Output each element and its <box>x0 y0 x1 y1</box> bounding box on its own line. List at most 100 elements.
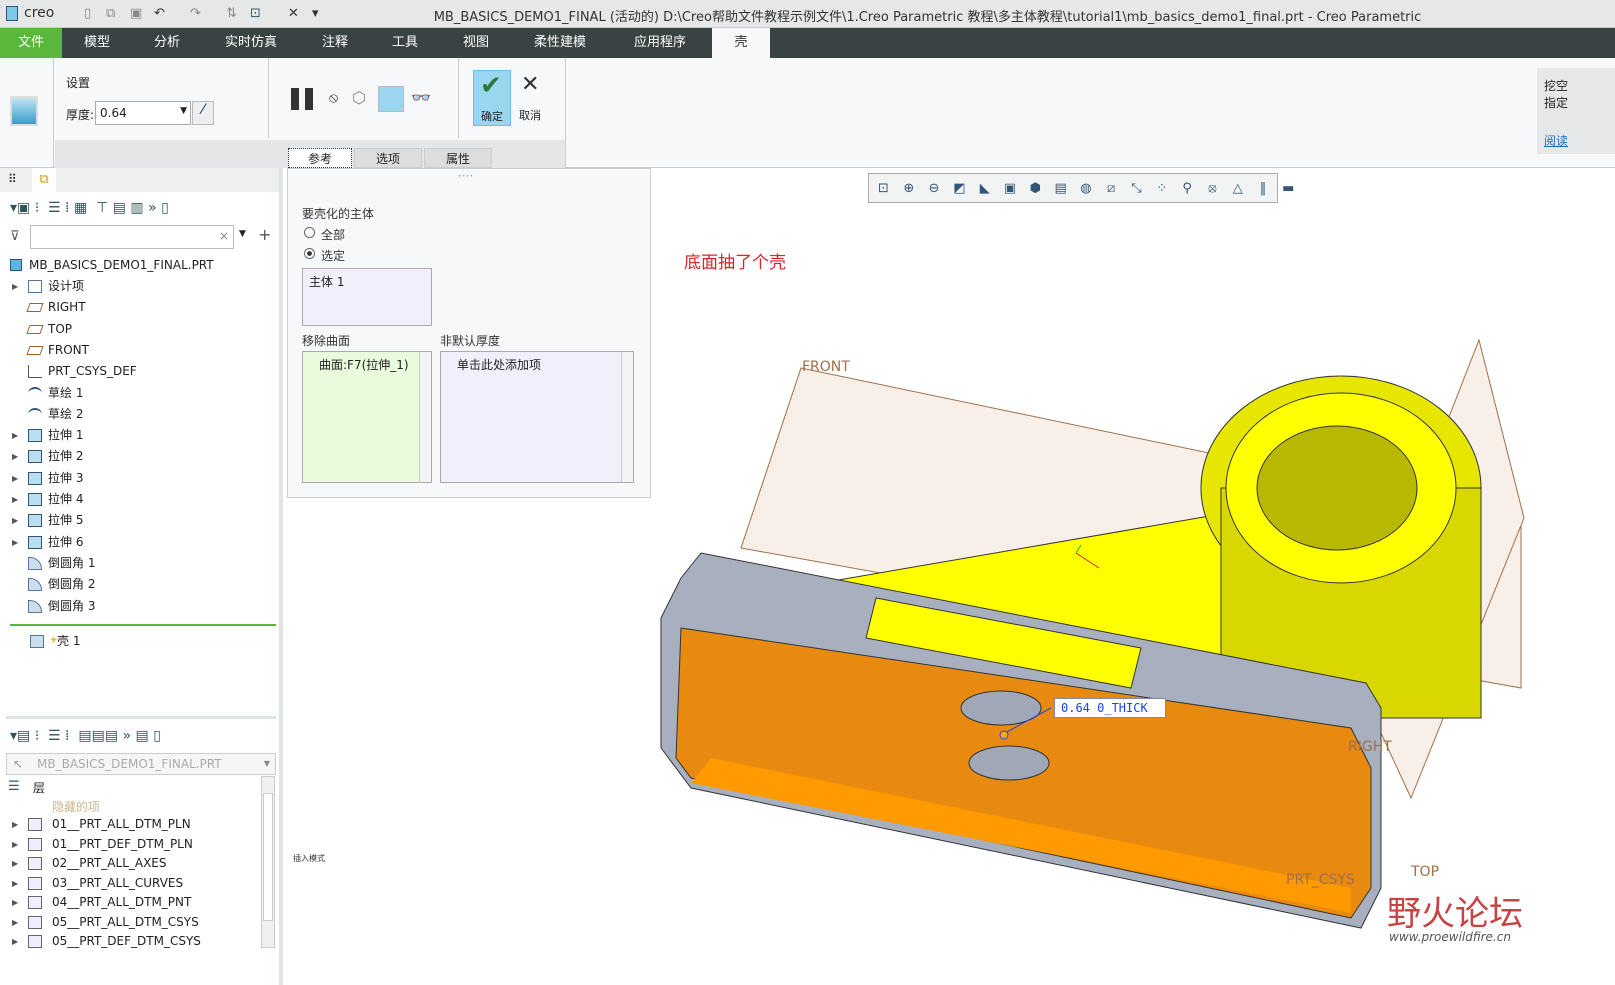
tree-item[interactable]: RIGHT <box>0 297 280 318</box>
model-display-icon[interactable]: ▬ <box>1280 180 1297 197</box>
expand-icon[interactable]: ▶ <box>12 912 18 933</box>
menu-flexible-modeling[interactable]: 柔性建模 <box>512 28 608 58</box>
pause-animation-icon[interactable]: ‖ <box>1255 180 1272 197</box>
pause-button[interactable] <box>291 88 313 110</box>
search-options-icon[interactable]: ▼ <box>239 229 246 239</box>
expand-icon[interactable]: ▶ <box>12 814 18 835</box>
tree-item[interactable]: 草绘 1 <box>0 383 280 404</box>
glasses-icon[interactable]: 👓 <box>411 88 431 107</box>
tree-item[interactable]: 草绘 2 <box>0 404 280 425</box>
radio-selected[interactable] <box>304 248 315 259</box>
display-style-icon[interactable]: ▣ <box>1002 180 1019 197</box>
layer-scrollbar[interactable] <box>261 776 275 948</box>
menu-model[interactable]: 模型 <box>62 28 132 58</box>
spin-center-icon[interactable]: ⦻ <box>1204 180 1221 197</box>
expand-icon[interactable]: ▶ <box>12 425 18 446</box>
folder-browser-tab-icon[interactable]: ⧉ <box>32 168 56 192</box>
layer-item[interactable]: ▶ 01__PRT_ALL_DTM_PLN <box>0 814 280 835</box>
tree-item[interactable]: ▶ 拉伸 4 <box>0 489 280 510</box>
tree-item[interactable]: 倒圆角 1 <box>0 553 280 574</box>
nondefault-thickness-collector[interactable]: 单击此处添加项 <box>440 351 634 483</box>
expand-icon[interactable]: ▶ <box>12 532 18 553</box>
layer-item[interactable]: ▶ 05__PRT_ALL_DTM_CSYS <box>0 912 280 933</box>
points-icon[interactable]: ⁘ <box>1153 180 1170 197</box>
bodies-collector[interactable]: 主体 1 <box>302 268 432 326</box>
remove-surfaces-collector[interactable]: 曲面:F7(拉伸_1) <box>302 351 432 483</box>
expand-icon[interactable]: ▶ <box>12 834 18 855</box>
datum-planes-icon[interactable]: ⧄ <box>1103 180 1120 197</box>
tree-item[interactable]: PRT_CSYS_DEF <box>0 361 280 382</box>
tab-options[interactable]: 选项 <box>354 148 422 168</box>
scrollbar[interactable] <box>419 352 431 482</box>
menu-simulation[interactable]: 实时仿真 <box>202 28 300 58</box>
annotations-icon[interactable]: △ <box>1229 180 1246 197</box>
menu-annotate[interactable]: 注释 <box>300 28 370 58</box>
menu-shell[interactable]: 壳 <box>712 28 770 58</box>
tab-properties[interactable]: 属性 <box>424 148 492 168</box>
radio-all[interactable] <box>304 227 315 238</box>
right-plane-label[interactable]: RIGHT <box>1348 739 1392 755</box>
expand-icon[interactable]: ▶ <box>12 873 18 894</box>
expand-icon[interactable]: ▶ <box>12 446 18 467</box>
expand-icon[interactable]: ▶ <box>12 853 18 874</box>
axes-icon[interactable]: ⤡ <box>1128 180 1145 197</box>
preview-mesh-icon[interactable]: ⬡ <box>352 88 366 107</box>
refit-icon[interactable]: ⊡ <box>875 180 892 197</box>
filter-icon[interactable]: ⊽ <box>10 229 20 244</box>
help-link[interactable]: 阅读 <box>1544 132 1568 149</box>
menu-applications[interactable]: 应用程序 <box>608 28 712 58</box>
layer-item[interactable]: ▶ 05__PRT_DEF_DTM_CSYS <box>0 931 280 952</box>
tree-item-shell[interactable]: ✳ 壳 1 <box>0 631 280 652</box>
tree-root[interactable]: MB_BASICS_DEMO1_FINAL.PRT <box>0 255 280 276</box>
tree-item[interactable]: 倒圆角 2 <box>0 574 280 595</box>
chevron-down-icon[interactable]: ▼ <box>264 759 270 768</box>
tree-item[interactable]: ▶ 设计项 <box>0 276 280 297</box>
add-item-prompt[interactable]: 单击此处添加项 <box>457 356 541 373</box>
tree-item[interactable]: FRONT <box>0 340 280 361</box>
expand-icon[interactable]: ▶ <box>12 468 18 489</box>
add-icon[interactable]: + <box>258 225 271 244</box>
expand-icon[interactable]: ▶ <box>12 276 18 297</box>
expand-icon[interactable]: ▶ <box>12 510 18 531</box>
expand-icon[interactable]: ▶ <box>12 892 18 913</box>
perspective-icon[interactable]: ◣ <box>976 180 993 197</box>
zoom-out-icon[interactable]: ⊖ <box>926 180 943 197</box>
chevron-down-icon[interactable]: ▼ <box>180 106 187 116</box>
expand-icon[interactable]: ▶ <box>12 489 18 510</box>
ok-button[interactable]: ✔ 确定 <box>473 70 511 126</box>
tree-item[interactable]: ▶ 拉伸 3 <box>0 468 280 489</box>
zoom-in-icon[interactable]: ⊕ <box>900 180 917 197</box>
menu-file[interactable]: 文件 <box>0 28 62 58</box>
tree-item[interactable]: ▶ 拉伸 5 <box>0 510 280 531</box>
layer-item[interactable]: ▶ 03__PRT_ALL_CURVES <box>0 873 280 894</box>
model-tree-tab-icon[interactable]: ⠿ <box>8 172 17 186</box>
removed-surface-item[interactable]: 曲面:F7(拉伸_1) <box>319 356 409 373</box>
expand-icon[interactable]: ▶ <box>12 931 18 952</box>
layer-item[interactable]: ▶ 04__PRT_ALL_DTM_PNT <box>0 892 280 913</box>
insert-indicator[interactable] <box>10 624 276 626</box>
clear-icon[interactable]: × <box>219 229 229 243</box>
layer-model-select[interactable]: ↖ MB_BASICS_DEMO1_FINAL.PRT ▼ <box>6 753 276 775</box>
annotation-display-icon[interactable]: ◍ <box>1077 180 1094 197</box>
csys-label[interactable]: PRT_CSYS <box>1286 872 1355 888</box>
layer-toolbar[interactable]: ▾▤ ⁝ ☰ ⁞ ▤▤▤ » ▤ ▯ <box>10 728 161 744</box>
saved-views-icon[interactable]: ⬢ <box>1027 180 1044 197</box>
tree-item[interactable]: TOP <box>0 319 280 340</box>
tree-item[interactable]: ▶ 拉伸 1 <box>0 425 280 446</box>
tab-references[interactable]: 参考 <box>288 148 352 168</box>
menu-analysis[interactable]: 分析 <box>132 28 202 58</box>
repaint-icon[interactable]: ◩ <box>951 180 968 197</box>
preview-shaded-button[interactable] <box>378 86 404 112</box>
body-item[interactable]: 主体 1 <box>309 273 344 290</box>
no-preview-icon[interactable]: ⦸ <box>329 90 338 106</box>
scrollbar[interactable] <box>621 352 633 482</box>
csys-icon[interactable]: ⚲ <box>1179 180 1196 197</box>
menu-view[interactable]: 视图 <box>440 28 512 58</box>
tree-item[interactable]: 倒圆角 3 <box>0 596 280 617</box>
thickness-input[interactable]: 0.64 ▼ <box>95 101 191 125</box>
view-manager-icon[interactable]: ▤ <box>1052 180 1069 197</box>
front-plane-label[interactable]: FRONT <box>802 359 850 375</box>
menu-tools[interactable]: 工具 <box>370 28 440 58</box>
layer-item[interactable]: ▶ 01__PRT_DEF_DTM_PLN <box>0 834 280 855</box>
cancel-button[interactable]: ✕ 取消 <box>516 70 546 126</box>
